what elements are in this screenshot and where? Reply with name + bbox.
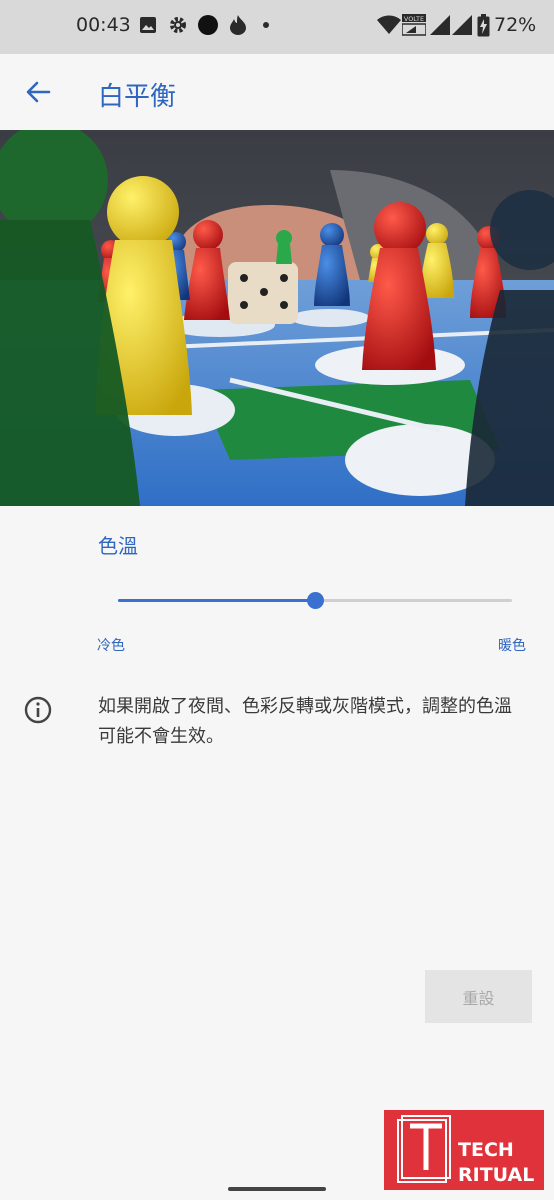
reset-button[interactable]: 重設 [425, 970, 532, 1023]
flame-icon [230, 15, 246, 35]
preview-image [0, 130, 554, 506]
cool-label: 冷色 [97, 638, 125, 654]
svg-text:VOLTE: VOLTE [404, 15, 424, 23]
volte-icon: VOLTE [402, 14, 426, 36]
page-title: 白平衡 [98, 82, 177, 112]
warm-label: 暖色 [498, 638, 526, 654]
circle-icon [198, 15, 218, 35]
arrow-back-icon [26, 81, 51, 103]
color-temperature-title: 色溫 [98, 534, 138, 558]
svg-text:TECH: TECH [458, 1139, 514, 1161]
back-button[interactable] [18, 72, 58, 112]
signal-icon [430, 15, 450, 35]
dot-icon [263, 22, 269, 28]
info-text: 如果開啟了夜間、色彩反轉或灰階模式，調整的色溫可能不會生效。 [98, 696, 512, 747]
battery-charging-icon [477, 14, 490, 37]
gesture-nav-handle[interactable] [228, 1187, 326, 1191]
wifi-icon [377, 15, 401, 34]
svg-text:RITUAL: RITUAL [458, 1164, 534, 1186]
tech-ritual-logo: TECH RITUAL [384, 1110, 544, 1190]
info-icon [24, 696, 52, 724]
app-bar: 白平衡 [0, 54, 554, 130]
status-time: 00:43 [76, 14, 131, 36]
slider-track-fill [118, 599, 315, 602]
gear-icon [170, 17, 186, 33]
signal-icon [452, 15, 472, 35]
slider-thumb[interactable] [307, 592, 324, 609]
color-temperature-slider[interactable] [118, 588, 512, 614]
battery-percent: 72% [494, 14, 537, 36]
image-icon [140, 17, 156, 33]
status-bar: 00:43 VOLTE 72% [0, 0, 554, 54]
